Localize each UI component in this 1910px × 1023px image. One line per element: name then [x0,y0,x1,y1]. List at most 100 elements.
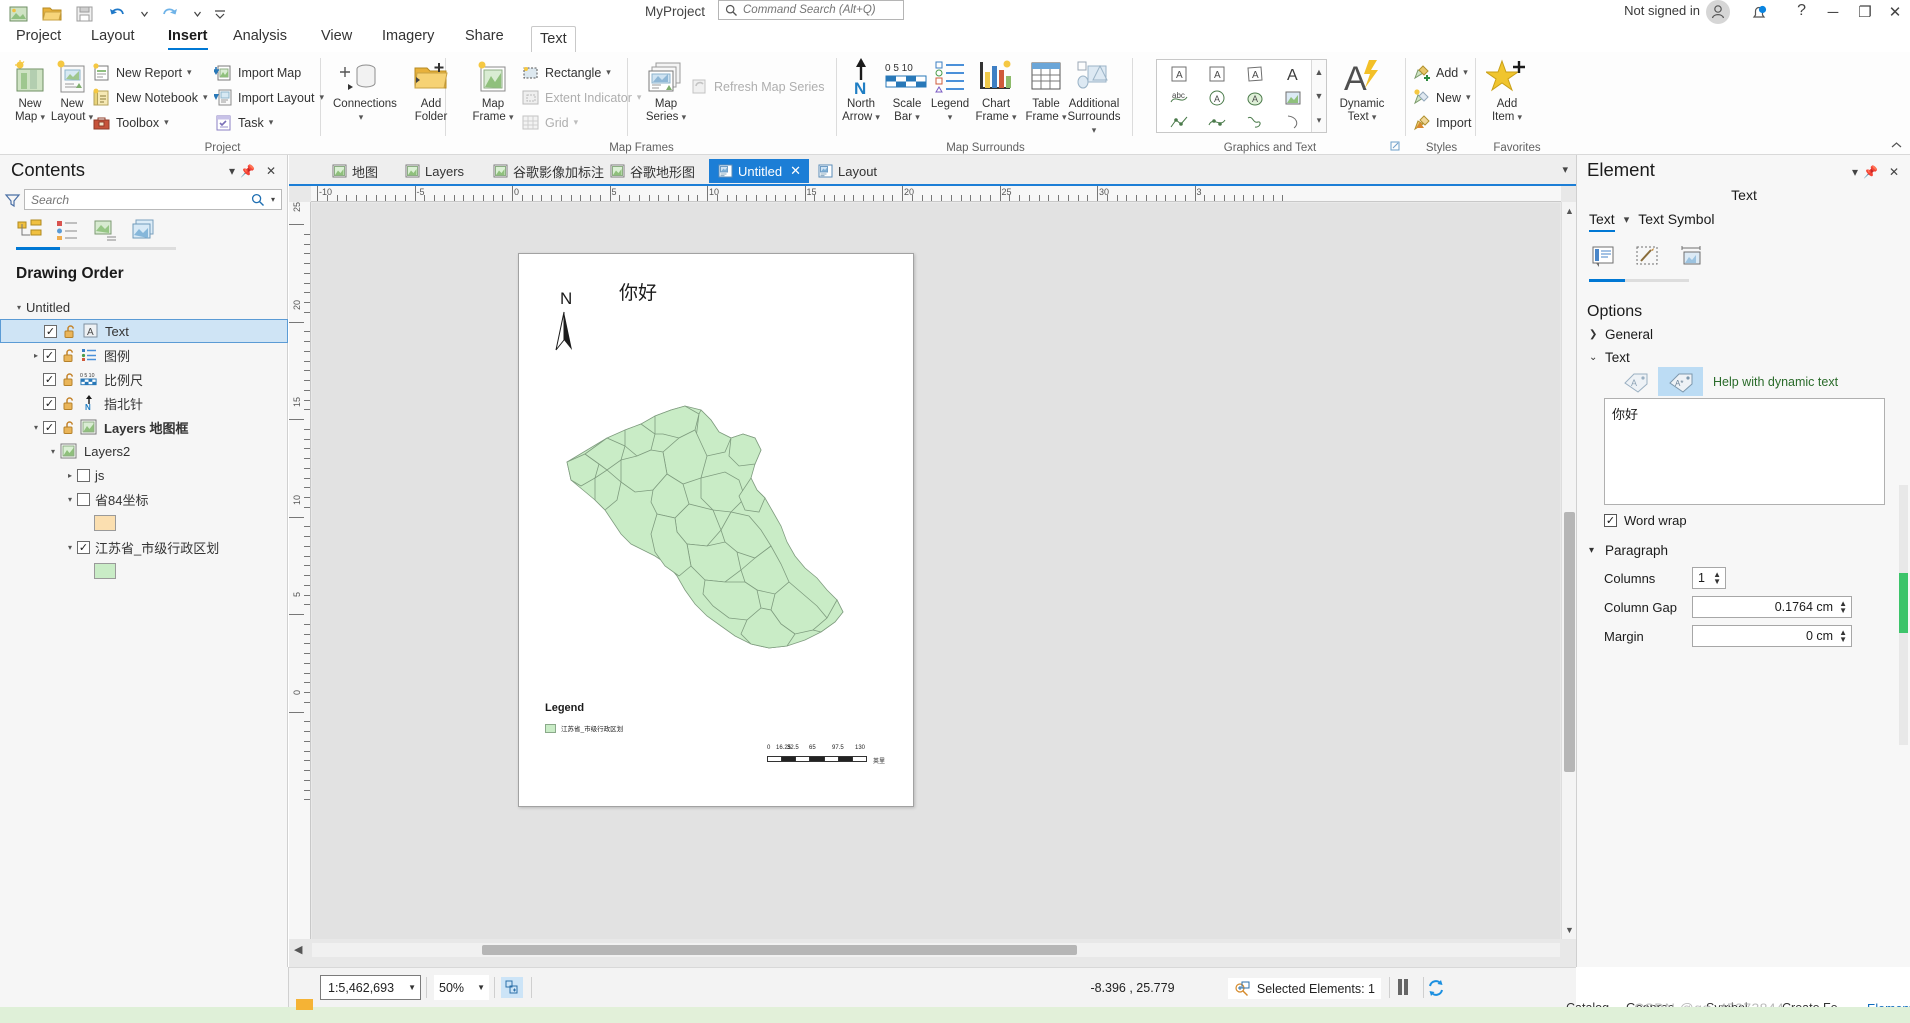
margin-stepper[interactable]: 0 cm ▲ ▼ [1692,625,1852,647]
stepper-arrows[interactable]: ▲ ▼ [1837,629,1849,644]
help-with-dynamic-text-link[interactable]: Help with dynamic text [1713,375,1838,389]
pin-icon[interactable]: 📌 [1863,165,1878,179]
ribbon-tab-layout[interactable]: Layout [83,25,143,52]
chevron-down-icon[interactable]: ▼ [477,983,485,992]
chevron-down-icon[interactable]: ▾ [1589,545,1598,556]
text-content-input[interactable] [1604,398,1885,505]
list-by-selection-icon[interactable] [92,217,120,243]
legend-element[interactable]: Legend 江苏省_市级行政区划 [545,702,623,733]
word-wrap-checkbox[interactable]: ✓ [1604,514,1617,527]
layer-visibility-checkbox[interactable]: ✓ [43,348,56,362]
north-arrow-element[interactable]: N [546,288,582,354]
close-icon[interactable]: ✕ [266,164,276,178]
doc-tab-google-image[interactable]: 谷歌影像加标注 [484,159,612,183]
tree-item-layers2[interactable]: ▾ Layers2 [0,439,288,463]
ribbon-tab-share[interactable]: Share [457,25,512,52]
window-minimize-button[interactable]: ─ [1818,2,1848,24]
horizontal-ruler[interactable]: -10 -5 0 5 10 15 20 25 30 3 [311,186,1561,202]
refresh-icon[interactable] [1426,978,1446,998]
element-pane-scrollbar[interactable] [1899,485,1908,745]
layer-visibility-checkbox[interactable]: ✓ [43,396,56,410]
canvas-vertical-scroll-thumb[interactable] [1564,512,1575,772]
symbol-swatch[interactable] [94,515,116,531]
list-by-source-icon[interactable] [54,217,82,243]
canvas-horizontal-scroll-thumb[interactable] [482,945,1077,955]
tree-item-northarrow[interactable]: ✓ N 指北针 [0,391,288,415]
ribbon-tab-text[interactable]: Text [531,26,576,52]
map-frame-element[interactable] [555,394,875,659]
layer-visibility-checkbox[interactable]: ✓ [43,372,56,386]
layer-visibility-checkbox[interactable]: ✓ [43,420,56,434]
stepper-arrows[interactable]: ▲ ▼ [1711,571,1723,586]
undo-dropdown-icon[interactable] [140,4,149,24]
window-close-button[interactable]: ✕ [1880,2,1910,24]
chevron-down-icon[interactable]: ▾ [1624,213,1630,226]
chevron-down-icon[interactable]: ⌄ [1589,352,1598,363]
insert-dynamic-text-icon[interactable]: A* [1658,367,1703,396]
redo-icon[interactable] [160,4,182,24]
vertical-ruler[interactable]: 25 20 15 10 5 0 [289,202,311,939]
chevron-right-icon[interactable]: ▸ [29,351,43,360]
chevron-down-icon[interactable]: ▾ [12,303,26,312]
symbol-swatch[interactable] [94,563,116,579]
tree-item-untitled[interactable]: ▾ Untitled [0,295,288,319]
canvas-vertical-scrollbar[interactable]: ▲ ▼ [1561,202,1576,939]
tree-item-text[interactable]: ✓ A Text [0,319,288,343]
command-search[interactable] [718,0,904,20]
element-tab-text[interactable]: Text [1589,211,1615,232]
doc-tab-untitled[interactable]: Untitled ✕ [709,159,809,183]
tree-item-sheng84-symbol[interactable] [0,511,288,535]
save-as-icon[interactable] [74,4,96,24]
tree-item-layers-mapframe[interactable]: ▾ ✓ Layers 地图框 [0,415,288,439]
layer-visibility-checkbox[interactable]: ✓ [44,324,57,338]
layer-visibility-checkbox[interactable] [77,468,90,482]
save-project-icon[interactable] [8,4,30,24]
layer-visibility-checkbox[interactable]: ✓ [77,540,90,554]
ribbon-tab-analysis[interactable]: Analysis [225,25,295,52]
sign-in-status[interactable]: Not signed in [1624,3,1700,18]
section-general[interactable]: ❯ General [1589,327,1653,342]
doc-tab-layers[interactable]: Layers [396,159,472,183]
search-input[interactable] [25,192,251,207]
filter-icon[interactable] [4,192,21,209]
tree-item-jiangsu[interactable]: ▾ ✓ 江苏省_市级行政区划 [0,535,288,559]
lock-open-icon[interactable] [61,419,77,435]
window-maximize-button[interactable]: ❐ [1850,2,1880,24]
chevron-down-icon[interactable]: ▾ [1852,165,1858,179]
section-paragraph[interactable]: ▾ Paragraph [1589,543,1668,558]
search-input-wrapper[interactable]: ▾ [24,189,282,210]
tree-item-jiangsu-symbol[interactable] [0,559,288,583]
list-by-drawing-order-icon[interactable] [16,217,44,243]
zoom-percent-combo[interactable]: 50% ▼ [434,975,489,1000]
tree-item-scalebar[interactable]: ✓ 0 5 10 比例尺 [0,367,288,391]
scroll-down-icon[interactable]: ▼ [1565,925,1574,935]
insert-static-text-icon[interactable]: A [1613,367,1658,396]
layer-visibility-checkbox[interactable] [77,492,90,506]
map-scale-combo[interactable]: 1:5,462,693 ▼ [320,975,421,1000]
doc-tab-layout[interactable]: Layout [809,159,885,183]
notifications-bell-icon[interactable] [1748,2,1770,24]
open-project-icon[interactable] [41,4,63,24]
stepper-arrows[interactable]: ▲ ▼ [1837,600,1849,615]
tree-item-js[interactable]: ▸ js [0,463,288,487]
styles-dialog-launcher-icon[interactable] [1390,141,1401,152]
word-wrap-row[interactable]: ✓ Word wrap [1604,513,1687,528]
scale-bar-element[interactable]: 0 16.25 32.5 65 97.5 130 英里 [767,745,885,765]
search-dropdown-icon[interactable]: ▾ [271,195,275,204]
chevron-right-icon[interactable]: ▸ [63,471,77,480]
selected-elements-status[interactable]: Selected Elements: 1 [1227,978,1381,999]
doc-tab-google-terrain[interactable]: 谷歌地形图 [601,159,703,183]
columns-stepper[interactable]: 1 ▲ ▼ [1692,567,1726,589]
zoom-to-selection-icon[interactable] [501,977,523,998]
customize-qat-icon[interactable] [213,4,227,24]
scroll-left-icon[interactable]: ◀ [294,943,302,956]
command-search-input[interactable] [743,4,893,16]
placement-icon[interactable] [1677,243,1707,271]
ribbon-tab-view[interactable]: View [313,25,360,52]
help-button[interactable]: ? [1797,2,1806,20]
map-title-text[interactable]: 你好 [619,278,657,305]
chevron-down-icon[interactable]: ▾ [46,447,60,456]
avatar[interactable] [1706,0,1730,24]
tree-item-legend[interactable]: ▸ ✓ 图例 [0,343,288,367]
document-tabs-chevron-icon[interactable]: ▾ [1562,163,1568,176]
